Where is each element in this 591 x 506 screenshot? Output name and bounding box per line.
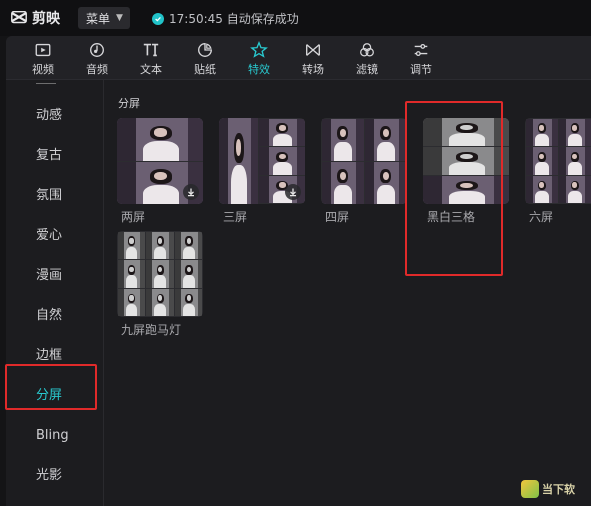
thumbnail-frame xyxy=(174,231,203,260)
thumbnail-frame xyxy=(174,288,203,317)
thumbnail-frame xyxy=(146,260,174,288)
effect-label: 六屏 xyxy=(529,210,554,224)
thumbnail-frame xyxy=(364,161,407,204)
tab-audio-label: 音频 xyxy=(86,63,108,76)
effect-card-four-screen[interactable] xyxy=(321,118,407,204)
text-icon xyxy=(143,43,159,57)
category-item[interactable]: 漫画 xyxy=(6,264,103,288)
app-name: 剪映 xyxy=(32,11,60,27)
thumbnail-frame xyxy=(525,175,558,204)
tab-video-label: 视频 xyxy=(32,63,54,76)
watermark-text: 当下软 xyxy=(542,483,575,496)
site-watermark: 当下软 xyxy=(521,478,583,500)
transition-icon xyxy=(306,44,320,56)
tab-audio[interactable]: 音频 xyxy=(72,38,122,78)
audio-icon xyxy=(90,43,104,57)
tab-sticker-label: 贴纸 xyxy=(194,63,216,76)
tab-transition[interactable]: 转场 xyxy=(288,38,338,78)
app-logo: 剪映 xyxy=(10,8,60,28)
tab-filter[interactable]: 滤镜 xyxy=(342,38,392,78)
video-icon xyxy=(35,43,51,57)
category-item[interactable]: 光影 xyxy=(6,464,103,488)
effect-card-two-screen[interactable] xyxy=(117,118,203,204)
tab-filter-label: 滤镜 xyxy=(356,63,378,76)
tab-adjust[interactable]: 调节 xyxy=(396,38,446,78)
tab-text-label: 文本 xyxy=(140,63,162,76)
tab-effects-label: 特效 xyxy=(248,63,270,76)
effect-label: 四屏 xyxy=(325,210,350,224)
category-item[interactable]: Bling xyxy=(6,424,103,448)
category-cut-off: ▁▁ xyxy=(36,80,56,84)
tab-sticker[interactable]: 贴纸 xyxy=(180,38,230,78)
check-icon xyxy=(152,12,164,25)
media-toolbar: 视频 音频 文本 贴纸 特效 转场 滤镜 调节 xyxy=(6,36,591,80)
chevron-down-icon: ▼ xyxy=(116,13,123,23)
category-item[interactable]: 动感 xyxy=(6,104,103,128)
thumbnail-frame xyxy=(258,147,305,175)
menu-label: 菜单 xyxy=(86,11,111,26)
thumbnail-frame xyxy=(558,147,591,175)
effect-category-list: ▁▁ 动感 复古 氛围 爱心 漫画 自然 边框 分屏 Bling 光影 xyxy=(6,80,104,506)
thumbnail-frame xyxy=(321,118,364,161)
thumbnail-frame xyxy=(558,175,591,204)
thumbnail-frame xyxy=(117,118,203,161)
thumbnail-frame xyxy=(117,231,146,260)
thumbnail-frame xyxy=(258,118,305,147)
thumbnail-frame xyxy=(117,260,146,288)
tab-adjust-label: 调节 xyxy=(410,63,432,76)
thumbnail-frame xyxy=(525,118,558,147)
thumbnail-frame xyxy=(146,288,174,317)
thumbnail-frame xyxy=(525,147,558,175)
effects-icon xyxy=(250,41,268,58)
thumbnail-frame xyxy=(321,161,364,204)
effect-label: 两屏 xyxy=(121,210,146,224)
effect-card-three-screen[interactable] xyxy=(219,118,305,204)
menu-button[interactable]: 菜单 ▼ xyxy=(78,7,130,29)
category-item[interactable]: 复古 xyxy=(6,144,103,168)
download-icon[interactable] xyxy=(285,184,301,200)
thumbnail-frame xyxy=(174,260,203,288)
autosave-text: 17:50:45 自动保存成功 xyxy=(169,12,299,26)
effect-label: 三屏 xyxy=(223,210,248,224)
section-title: 分屏 xyxy=(118,97,140,110)
effect-card-six-screen[interactable] xyxy=(525,118,591,204)
category-item[interactable]: 爱心 xyxy=(6,224,103,248)
highlight-box-effect xyxy=(405,101,503,276)
tab-effects[interactable]: 特效 xyxy=(234,38,284,78)
sticker-icon xyxy=(198,43,212,57)
effect-card-nine-marquee[interactable] xyxy=(117,231,203,317)
title-bar: 剪映 菜单 ▼ 17:50:45 自动保存成功 xyxy=(0,0,591,36)
category-item[interactable]: 自然 xyxy=(6,304,103,328)
thumbnail-frame xyxy=(558,118,591,147)
tab-text[interactable]: 文本 xyxy=(126,38,176,78)
adjust-icon xyxy=(414,43,428,57)
filter-icon xyxy=(360,43,374,57)
download-icon[interactable] xyxy=(183,184,199,200)
effect-label: 九屏跑马灯 xyxy=(121,323,182,337)
category-item[interactable]: 氛围 xyxy=(6,184,103,208)
thumbnail-frame xyxy=(146,231,174,260)
autosave-status: 17:50:45 自动保存成功 xyxy=(152,10,299,27)
watermark-logo-icon xyxy=(521,480,539,498)
capcut-logo-icon xyxy=(11,10,27,24)
thumbnail-frame xyxy=(219,118,258,204)
tab-video[interactable]: 视频 xyxy=(18,38,68,78)
thumbnail-frame xyxy=(117,288,146,317)
highlight-box-category xyxy=(5,364,97,410)
thumbnail-frame xyxy=(364,118,407,161)
tab-transition-label: 转场 xyxy=(302,63,324,76)
